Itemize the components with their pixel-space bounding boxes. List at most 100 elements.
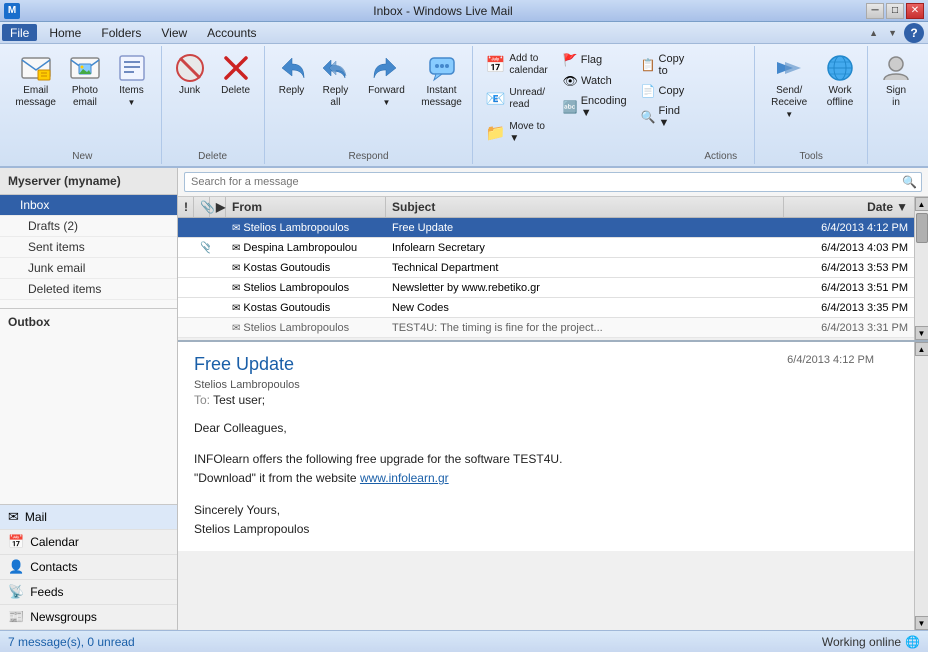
minimize-button[interactable]: ─ xyxy=(866,3,884,19)
delete-button[interactable]: Delete xyxy=(214,48,258,101)
sidebar-nav-contacts[interactable]: 👤 Contacts xyxy=(0,555,177,580)
header-unread[interactable]: ▶ xyxy=(210,197,226,217)
menu-home[interactable]: Home xyxy=(39,22,91,43)
status-right: Working online 🌐 xyxy=(822,635,920,649)
reply-all-button[interactable]: Replyall xyxy=(314,48,356,113)
menu-folders[interactable]: Folders xyxy=(91,22,151,43)
email-message-button[interactable]: Emailmessage xyxy=(10,48,61,113)
menu-file[interactable]: File xyxy=(2,24,37,41)
send-receive-button[interactable]: Send/Receive ▼ xyxy=(761,48,817,125)
email-row-6[interactable]: ✉Stelios Lambropoulos TEST4U: The timing… xyxy=(178,318,914,338)
email-preview: Free Update Stelios Lambropoulos 6/4/201… xyxy=(178,342,914,630)
preview-body-line5: Sincerely Yours, xyxy=(194,501,898,520)
contacts-nav-icon: 👤 xyxy=(8,559,24,575)
scroll-up-button[interactable]: ▲ xyxy=(915,197,928,211)
preview-scroll-up[interactable]: ▲ xyxy=(915,342,928,356)
unread-read-icon: 📧 xyxy=(485,89,505,109)
from-col-4: ✉Stelios Lambropoulos xyxy=(226,280,386,296)
header-subject[interactable]: Subject xyxy=(386,197,784,217)
reply-button[interactable]: Reply xyxy=(271,48,313,101)
respond-group-label: Respond xyxy=(271,149,467,162)
sidebar-item-inbox[interactable]: Inbox xyxy=(0,195,177,216)
unread-read-button[interactable]: 📧 Unread/read xyxy=(479,82,551,115)
preview-scroll-down[interactable]: ▼ xyxy=(915,616,928,630)
menu-view[interactable]: View xyxy=(151,22,197,43)
email-list-scrollbar[interactable]: ▲ ▼ xyxy=(914,197,928,340)
help-button[interactable]: ? xyxy=(904,23,924,43)
email-row-4[interactable]: ✉Stelios Lambropoulos Newsletter by www.… xyxy=(178,278,914,298)
email-row-1[interactable]: ✉Stelios Lambropoulos Free Update 6/4/20… xyxy=(178,218,914,238)
encoding-icon: 🔤 xyxy=(563,100,578,114)
feeds-nav-icon: 📡 xyxy=(8,584,24,600)
sidebar-nav-feeds[interactable]: 📡 Feeds xyxy=(0,580,177,605)
email-row-5[interactable]: ✉Kostas Goutoudis New Codes 6/4/2013 3:3… xyxy=(178,298,914,318)
flag-col-1 xyxy=(178,226,194,230)
tools-group-label: Tools xyxy=(761,149,861,162)
work-offline-button[interactable]: Workoffline xyxy=(819,48,861,113)
delete-label: Delete xyxy=(221,85,250,97)
sidebar-item-sent[interactable]: Sent items xyxy=(0,237,177,258)
date-col-2: 6/4/2013 4:03 PM xyxy=(784,240,914,256)
sidebar-item-junk[interactable]: Junk email xyxy=(0,258,177,279)
scroll-down-button[interactable]: ▼ xyxy=(915,326,928,340)
preview-link[interactable]: www.infolearn.gr xyxy=(360,471,449,485)
copy-to-button[interactable]: 📋 Copy to xyxy=(636,50,690,80)
copy-button[interactable]: 📄 Copy xyxy=(636,81,690,101)
sidebar-nav-mail[interactable]: ✉ Mail xyxy=(0,505,177,530)
subject-col-1: Free Update xyxy=(386,220,784,236)
header-attach[interactable]: 📎 xyxy=(194,197,210,217)
subject-col-2: Infolearn Secretary xyxy=(386,240,784,256)
add-to-calendar-button[interactable]: 📅 Add tocalendar xyxy=(479,48,553,81)
move-to-button[interactable]: 📁 Move to ▼ xyxy=(479,116,553,149)
find-button[interactable]: 🔍 Find ▼ xyxy=(636,102,690,132)
send-receive-label: Send/Receive ▼ xyxy=(767,85,811,121)
ribbon: Emailmessage Photoemail Items ▼ New xyxy=(0,44,928,168)
instant-message-button[interactable]: Instantmessage xyxy=(417,48,467,113)
maximize-button[interactable]: □ xyxy=(886,3,904,19)
menu-accounts[interactable]: Accounts xyxy=(197,22,266,43)
preview-body-line2: INFOlearn offers the following free upgr… xyxy=(194,450,898,469)
header-date[interactable]: Date ▼ xyxy=(784,197,914,217)
junk-button[interactable]: Junk xyxy=(168,48,212,101)
sidebar-item-deleted[interactable]: Deleted items xyxy=(0,279,177,300)
sidebar-nav-calendar[interactable]: 📅 Calendar xyxy=(0,530,177,555)
sidebar-nav-newsgroups[interactable]: 📰 Newsgroups xyxy=(0,605,177,630)
preview-body-line3: "Download" it from the website www.infol… xyxy=(194,469,898,488)
header-flag[interactable]: ! xyxy=(178,197,194,217)
sign-in-button[interactable]: Signin xyxy=(874,48,918,113)
unread-col-1 xyxy=(210,226,226,230)
reply-icon xyxy=(276,52,308,84)
header-from[interactable]: From xyxy=(226,197,386,217)
unread-col-3 xyxy=(210,266,226,270)
preview-body-line1: Dear Colleagues, xyxy=(194,419,898,438)
search-bar: 🔍 xyxy=(178,168,928,197)
feeds-nav-label: Feeds xyxy=(30,585,63,599)
preview-scrollbar[interactable]: ▲ ▼ xyxy=(914,342,928,630)
search-input[interactable] xyxy=(184,172,922,192)
items-icon xyxy=(116,52,148,84)
flag-button[interactable]: 🚩 Flag xyxy=(558,50,632,70)
email-list: ! 📎 ▶ From Subject Date ▼ ✉Stelios Lambr… xyxy=(178,197,914,340)
date-col-3: 6/4/2013 3:53 PM xyxy=(784,260,914,276)
sidebar-account: Myserver (myname) xyxy=(0,168,177,195)
find-icon: 🔍 xyxy=(641,110,656,124)
status-globe-icon: 🌐 xyxy=(905,635,920,649)
mail-nav-icon: ✉ xyxy=(8,509,19,525)
watch-button[interactable]: 👁 Watch xyxy=(558,71,632,91)
photo-email-button[interactable]: Photoemail xyxy=(63,48,106,113)
ribbon-collapse-down[interactable]: ▼ xyxy=(885,26,900,40)
scroll-thumb[interactable] xyxy=(916,213,928,243)
sidebar-item-drafts[interactable]: Drafts (2) xyxy=(0,216,177,237)
email-row-3[interactable]: ✉Kostas Goutoudis Technical Department 6… xyxy=(178,258,914,278)
attach-col-1 xyxy=(194,226,210,230)
ribbon-collapse-up[interactable]: ▲ xyxy=(866,26,881,40)
email-row-2[interactable]: 📎 ✉Despina Lambropoulou Infolearn Secret… xyxy=(178,238,914,258)
items-button[interactable]: Items ▼ xyxy=(108,48,154,113)
flag-label: Flag xyxy=(581,54,602,66)
from-col-5: ✉Kostas Goutoudis xyxy=(226,300,386,316)
unread-col-6 xyxy=(210,326,226,330)
forward-button[interactable]: Forward ▼ xyxy=(358,48,414,113)
preview-to-label: To: xyxy=(194,393,213,407)
close-button[interactable]: ✕ xyxy=(906,3,924,19)
encoding-button[interactable]: 🔤 Encoding ▼ xyxy=(558,92,632,122)
